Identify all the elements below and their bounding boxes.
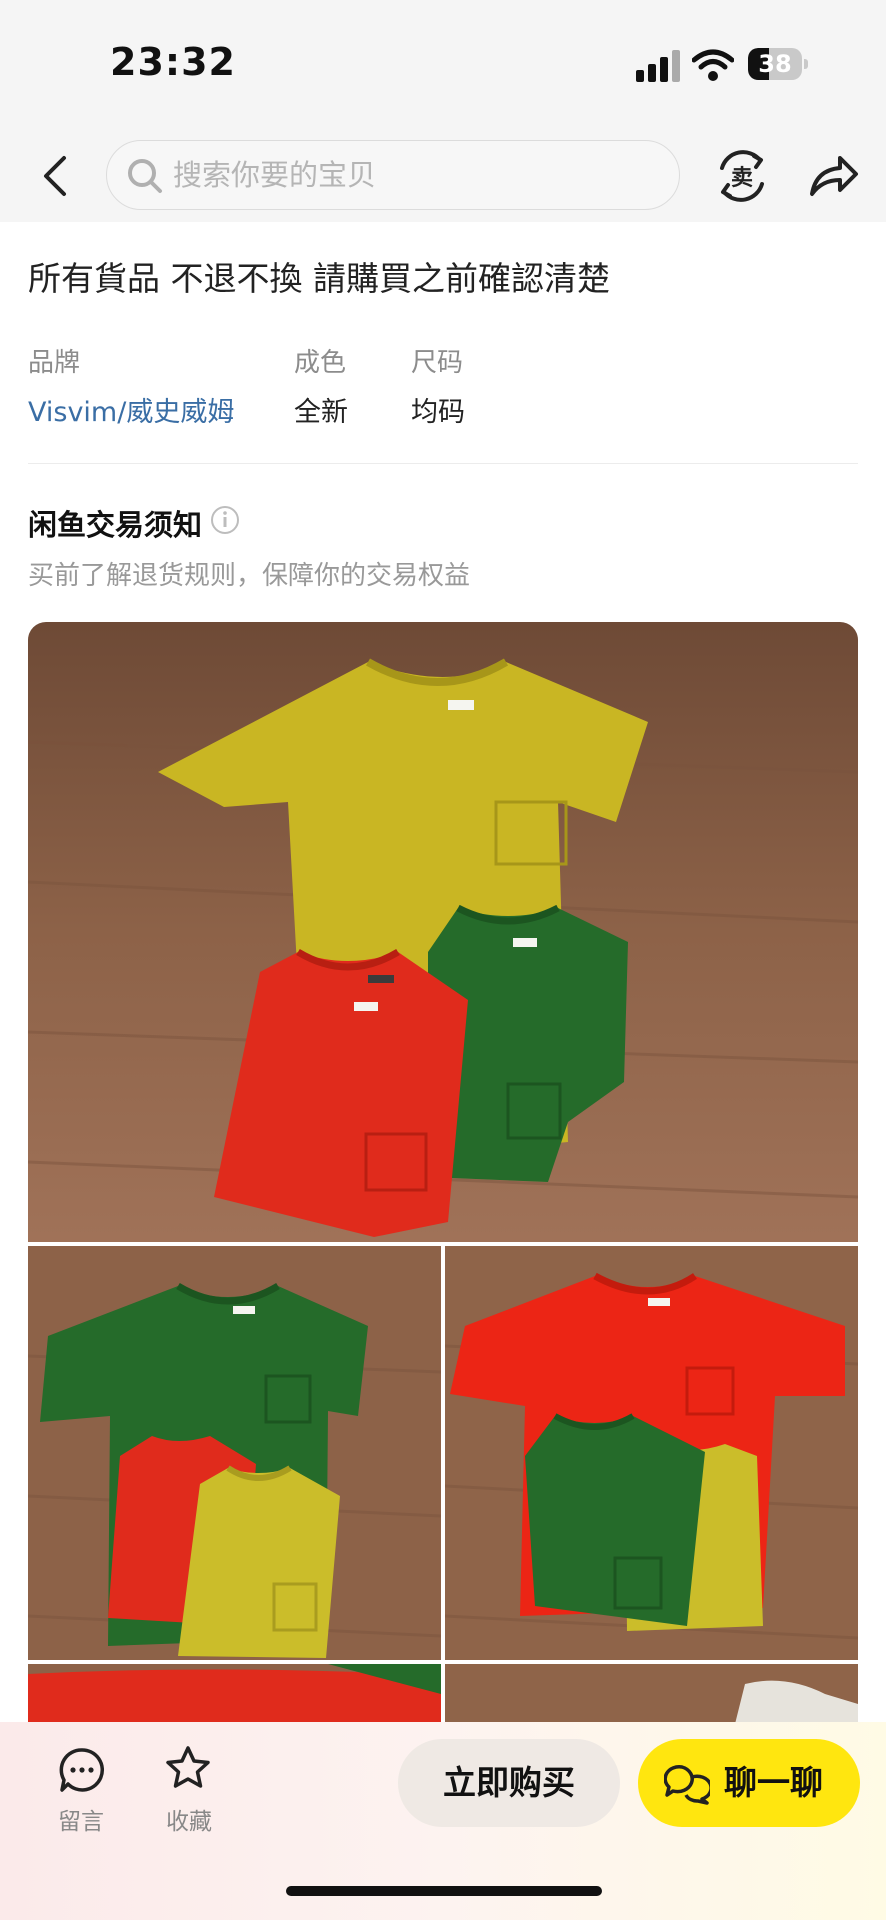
comment-label[interactable]: 留言 [58, 1802, 104, 1836]
status-bar: 23:32 38 [0, 0, 886, 130]
product-photo-bottom-left[interactable] [28, 1664, 441, 1724]
battery-percent: 38 [758, 50, 792, 78]
divider [28, 463, 858, 464]
product-photo-main[interactable] [28, 622, 858, 1242]
listing-description: 所有貨品 不退不換 請購買之前確認清楚 [28, 259, 610, 298]
attr-label-condition: 成色 [294, 348, 347, 378]
status-time: 23:32 [110, 40, 236, 84]
info-icon[interactable] [210, 505, 240, 535]
attr-label-size: 尺码 [411, 348, 464, 378]
search-icon [125, 156, 165, 196]
share-icon[interactable] [804, 148, 860, 204]
back-icon[interactable] [36, 150, 76, 202]
buy-now-button[interactable]: 立即购买 [398, 1739, 620, 1827]
attr-value-condition: 全新 [294, 397, 348, 428]
battery-icon: 38 [748, 48, 808, 82]
svg-text:卖: 卖 [731, 165, 753, 191]
product-photo-bottom-right[interactable] [445, 1664, 858, 1724]
wifi-icon [691, 48, 735, 82]
attr-value-brand[interactable]: Visvim/威史威姆 [28, 390, 234, 429]
search-placeholder: 搜索你要的宝贝 [173, 158, 377, 192]
attr-label-brand: 品牌 [28, 348, 81, 378]
attr-value-size: 均码 [411, 397, 465, 428]
search-input[interactable]: 搜索你要的宝贝 [106, 140, 680, 210]
sell-icon[interactable]: 卖 [712, 146, 772, 206]
comment-icon[interactable] [58, 1746, 106, 1794]
chat-label: 聊一聊 [724, 1763, 823, 1802]
star-icon[interactable] [164, 1744, 212, 1792]
home-indicator[interactable] [286, 1886, 602, 1896]
trade-rules-title[interactable]: 闲鱼交易须知 [28, 502, 202, 544]
chat-button[interactable]: 聊一聊 [638, 1739, 860, 1827]
chat-icon [663, 1761, 713, 1807]
nav-bar: 搜索你要的宝贝 卖 [0, 130, 886, 222]
favorite-label[interactable]: 收藏 [166, 1802, 212, 1836]
product-photo-green[interactable] [28, 1246, 441, 1660]
trade-rules-subtitle: 买前了解退货规则，保障你的交易权益 [28, 561, 471, 591]
product-photo-red[interactable] [445, 1246, 858, 1660]
signal-icon [636, 50, 684, 82]
